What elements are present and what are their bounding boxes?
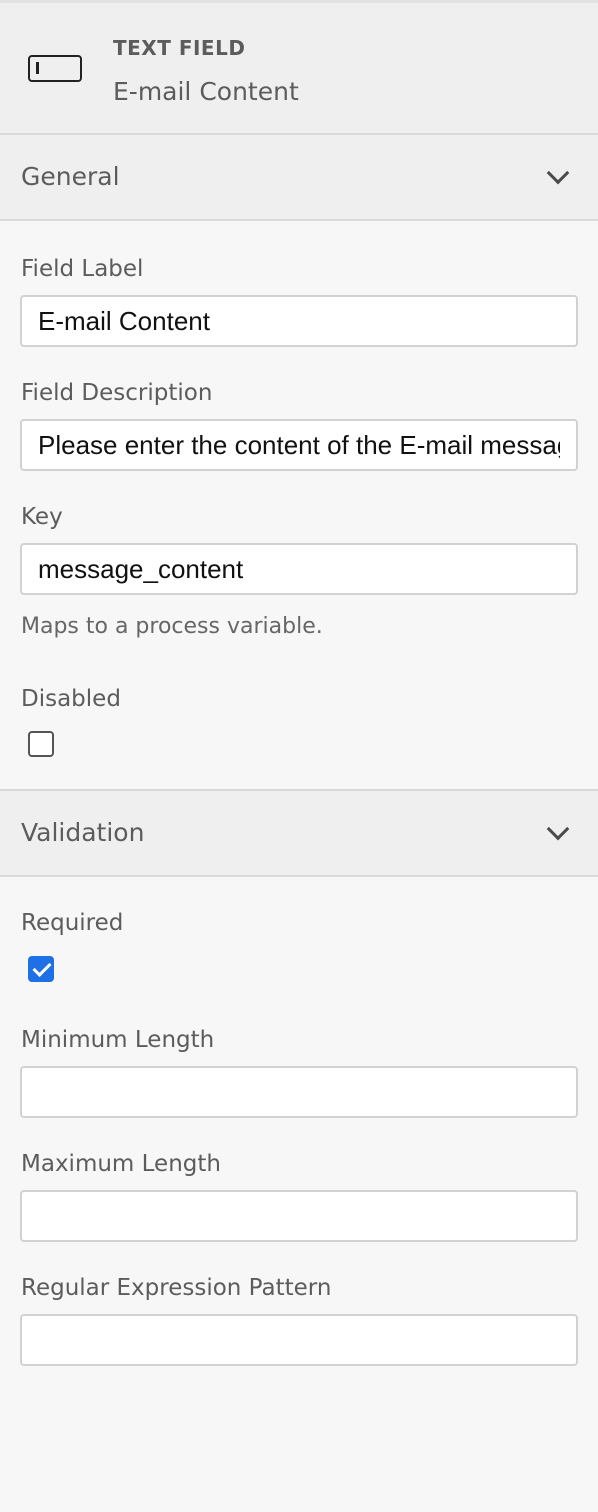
field-label-label: Field Label <box>21 256 144 282</box>
element-name-label: E-mail Content <box>113 77 299 106</box>
group-body-validation: Required Minimum Length Maximum Length R… <box>0 877 598 1377</box>
disabled-label: Disabled <box>21 686 121 712</box>
text-cursor-mark <box>36 62 39 74</box>
group-body-general: Field Label Field Description Key Maps t… <box>0 221 598 789</box>
chevron-down-icon[interactable] <box>546 817 570 841</box>
chevron-down-icon[interactable] <box>546 161 570 185</box>
element-header: TEXT FIELD E-mail Content <box>0 3 598 135</box>
min-length-input[interactable] <box>20 1066 578 1118</box>
disabled-checkbox[interactable] <box>28 731 54 757</box>
pattern-label: Regular Expression Pattern <box>21 1275 332 1301</box>
group-title-validation: Validation <box>21 818 145 847</box>
min-length-label: Minimum Length <box>21 1027 215 1053</box>
max-length-label: Maximum Length <box>21 1151 221 1177</box>
element-type-label: TEXT FIELD <box>113 36 246 60</box>
group-header-validation[interactable]: Validation <box>0 789 598 877</box>
group-title-general: General <box>21 162 120 191</box>
field-description-label: Field Description <box>21 380 213 406</box>
required-checkbox[interactable] <box>28 956 54 982</box>
group-header-general[interactable]: General <box>0 135 598 221</box>
key-input[interactable] <box>20 543 578 595</box>
key-label: Key <box>21 504 63 530</box>
textfield-icon <box>28 55 82 82</box>
max-length-input[interactable] <box>20 1190 578 1242</box>
key-description: Maps to a process variable. <box>21 614 323 639</box>
pattern-input[interactable] <box>20 1314 578 1366</box>
field-description-input[interactable] <box>20 419 578 471</box>
required-label: Required <box>21 910 124 936</box>
properties-panel: TEXT FIELD E-mail Content General Field … <box>0 0 598 1512</box>
field-label-input[interactable] <box>20 295 578 347</box>
